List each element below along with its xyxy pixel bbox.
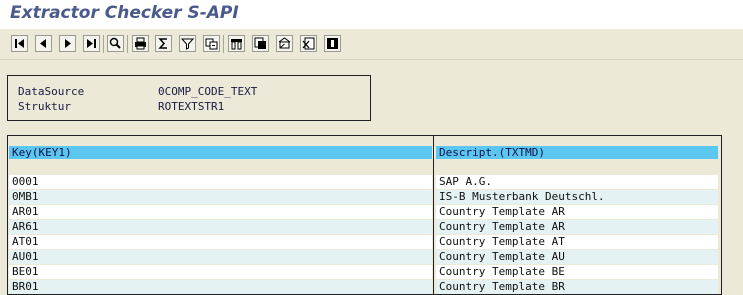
toolbar-separator xyxy=(223,35,224,53)
struktur-label: Struktur xyxy=(18,100,71,113)
export-button[interactable] xyxy=(252,35,269,52)
description-cell[interactable]: Country Template AT xyxy=(436,235,718,249)
first-page-icon xyxy=(15,39,24,48)
result-table: Key(KEY1) Descript.(TXTMD) 0001 SAP A.G. 0… xyxy=(7,135,722,295)
first-page-button[interactable] xyxy=(11,35,28,52)
table-row[interactable]: 0001 SAP A.G. xyxy=(8,175,721,190)
description-cell[interactable]: Country Template BR xyxy=(436,280,718,294)
table-row[interactable]: AT01 Country Template AT xyxy=(8,235,721,250)
page-title: Extractor Checker S-API xyxy=(10,3,239,23)
total-button[interactable] xyxy=(155,35,172,52)
table-row[interactable]: AU01 Country Template AU xyxy=(8,250,721,265)
layout-button[interactable] xyxy=(228,35,245,52)
datasource-label: DataSource xyxy=(18,85,85,98)
find-button[interactable] xyxy=(107,35,124,52)
table-row[interactable]: 0MB1 IS-B Musterbank Deutschl. xyxy=(8,190,721,205)
description-cell[interactable]: Country Template AU xyxy=(436,250,718,264)
datasource-info-box: DataSource 0COMP_CODE_TEXT Struktur ROTE… xyxy=(7,75,371,121)
description-cell[interactable]: Country Template AR xyxy=(436,220,718,234)
toolbar xyxy=(0,29,743,60)
key-cell[interactable]: AT01 xyxy=(9,235,432,249)
spreadsheet-icon xyxy=(302,37,315,50)
print-button[interactable] xyxy=(132,35,149,52)
details-button[interactable] xyxy=(324,35,341,52)
key-cell[interactable]: BR01 xyxy=(9,280,432,294)
key-cell[interactable]: AR61 xyxy=(9,220,432,234)
next-page-icon xyxy=(65,39,71,48)
datasource-value: 0COMP_CODE_TEXT xyxy=(158,85,258,98)
details-icon xyxy=(327,38,338,49)
title-bar: Extractor Checker S-API xyxy=(0,0,743,29)
send-icon xyxy=(278,37,291,49)
filter-button[interactable] xyxy=(179,35,196,52)
key-cell[interactable]: AU01 xyxy=(9,250,432,264)
layout-icon xyxy=(231,39,242,50)
table-row[interactable]: AR01 Country Template AR xyxy=(8,205,721,220)
last-page-button[interactable] xyxy=(83,35,100,52)
key-cell[interactable]: 0MB1 xyxy=(9,190,432,204)
filter-icon xyxy=(180,38,195,50)
print-icon xyxy=(135,37,146,50)
send-button[interactable] xyxy=(276,35,293,52)
key-cell[interactable]: AR01 xyxy=(9,205,432,219)
previous-page-icon xyxy=(40,39,46,48)
column-header-description[interactable]: Descript.(TXTMD) xyxy=(436,146,718,159)
total-icon xyxy=(158,38,167,49)
subtotal-icon xyxy=(205,38,218,50)
find-icon xyxy=(109,37,121,49)
toolbar-separator xyxy=(127,35,128,53)
key-cell[interactable]: 0001 xyxy=(9,175,432,189)
description-cell[interactable]: IS-B Musterbank Deutschl. xyxy=(436,190,718,204)
table-row[interactable]: BE01 Country Template BE xyxy=(8,265,721,280)
column-header-key[interactable]: Key(KEY1) xyxy=(9,146,432,159)
description-cell[interactable]: Country Template AR xyxy=(436,205,718,219)
export-icon xyxy=(254,37,266,49)
struktur-value: ROTEXTSTR1 xyxy=(158,100,225,113)
description-cell[interactable]: SAP A.G. xyxy=(436,175,718,189)
table-row[interactable]: BR01 Country Template BR xyxy=(8,280,721,295)
description-cell[interactable]: Country Template BE xyxy=(436,265,718,279)
toolbar-separator xyxy=(103,35,104,53)
last-page-icon xyxy=(87,39,96,48)
subtotal-button[interactable] xyxy=(203,35,220,52)
table-row[interactable]: AR61 Country Template AR xyxy=(8,220,721,235)
key-cell[interactable]: BE01 xyxy=(9,265,432,279)
spreadsheet-button[interactable] xyxy=(300,35,317,52)
next-page-button[interactable] xyxy=(59,35,76,52)
previous-page-button[interactable] xyxy=(35,35,52,52)
